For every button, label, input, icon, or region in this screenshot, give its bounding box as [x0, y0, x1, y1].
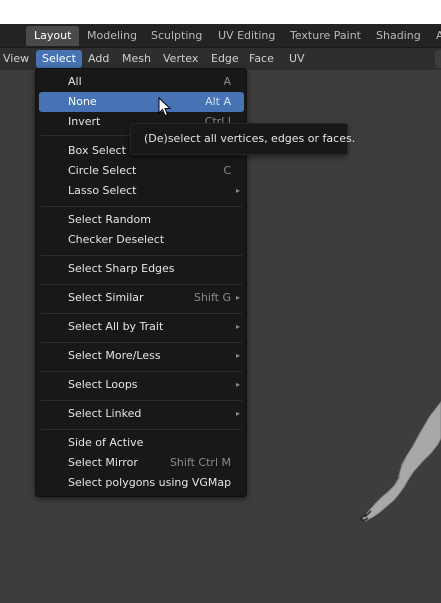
menu-item-select-sharp-edges[interactable]: Select Sharp Edges: [39, 259, 244, 279]
menu-item-label: Checker Deselect: [68, 233, 165, 246]
menu-separator: [41, 255, 242, 256]
submenu-arrow-icon: ▸: [235, 186, 240, 195]
menu-item-side-of-active[interactable]: Side of Active: [39, 433, 244, 453]
submenu-arrow-icon: ▸: [235, 409, 240, 418]
menu-item-select-linked[interactable]: Select Linked ▸: [39, 404, 244, 424]
menu-item-label: None: [68, 95, 97, 108]
mouse-cursor-icon: [158, 97, 172, 117]
menu-item-circle-select[interactable]: Circle Select C: [39, 161, 244, 181]
menu-view[interactable]: View: [3, 50, 29, 68]
workspace-tabs-bar: Layout Modeling Sculpting UV Editing Tex…: [0, 24, 441, 48]
menu-separator: [41, 206, 242, 207]
submenu-arrow-icon: ▸: [235, 351, 240, 360]
menu-separator: [41, 284, 242, 285]
menu-item-none[interactable]: None Alt A: [39, 92, 244, 112]
menu-item-select-loops[interactable]: Select Loops ▸: [39, 375, 244, 395]
menu-item-lasso-select[interactable]: Lasso Select ▸: [39, 181, 244, 201]
menu-item-select-random[interactable]: Select Random: [39, 210, 244, 230]
menu-vertex[interactable]: Vertex: [163, 50, 198, 68]
menu-item-label: All: [68, 75, 82, 88]
menu-separator: [41, 400, 242, 401]
menu-item-select-mirror[interactable]: Select Mirror Shift Ctrl M: [39, 453, 244, 473]
submenu-arrow-icon: ▸: [235, 293, 240, 302]
tab-texture-paint[interactable]: Texture Paint: [282, 26, 369, 46]
menu-item-label: Lasso Select: [68, 184, 137, 197]
menu-edge[interactable]: Edge: [211, 50, 239, 68]
menu-item-label: Select Random: [68, 213, 151, 226]
menu-separator: [41, 429, 242, 430]
header-mode-dropdown[interactable]: [435, 50, 441, 68]
menu-select[interactable]: Select: [36, 50, 82, 68]
shortcut-label: Shift Ctrl M: [169, 456, 231, 469]
menu-item-label: Select All by Trait: [68, 320, 164, 333]
menu-item-checker-deselect[interactable]: Checker Deselect: [39, 230, 244, 250]
menu-item-label: Side of Active: [68, 436, 144, 449]
editor-header-menu: View Select Add Mesh Vertex Edge Face UV: [0, 48, 441, 70]
shortcut-label: C: [223, 164, 231, 177]
menu-uv[interactable]: UV: [289, 50, 305, 68]
shortcut-label: A: [223, 75, 231, 88]
menu-item-label: Select Mirror: [68, 456, 138, 469]
menu-item-label: Box Select: [68, 144, 126, 157]
tab-shading[interactable]: Shading: [368, 26, 429, 46]
menu-item-label: Select Similar: [68, 291, 144, 304]
mesh-model: [358, 401, 441, 522]
window-top-strip: [0, 0, 441, 24]
submenu-arrow-icon: ▸: [235, 322, 240, 331]
menu-item-label: Select Linked: [68, 407, 142, 420]
menu-face[interactable]: Face: [249, 50, 274, 68]
tooltip: (De)select all vertices, edges or faces.: [130, 123, 355, 155]
menu-mesh[interactable]: Mesh: [122, 50, 151, 68]
menu-add[interactable]: Add: [88, 50, 109, 68]
submenu-arrow-icon: ▸: [235, 380, 240, 389]
menu-item-select-similar[interactable]: Select Similar Shift G ▸: [39, 288, 244, 308]
shortcut-label: Shift G: [193, 291, 231, 304]
menu-item-label: Select More/Less: [68, 349, 161, 362]
menu-item-label: Invert: [68, 115, 101, 128]
menu-item-all[interactable]: All A: [39, 72, 244, 92]
menu-separator: [41, 313, 242, 314]
menu-item-select-all-by-trait[interactable]: Select All by Trait ▸: [39, 317, 244, 337]
menu-item-label: Select polygons using VGMap: [68, 476, 232, 489]
menu-item-select-vgmap[interactable]: Select polygons using VGMap: [39, 473, 244, 493]
shortcut-label: Alt A: [205, 95, 231, 108]
menu-item-select-more-less[interactable]: Select More/Less ▸: [39, 346, 244, 366]
tab-modeling[interactable]: Modeling: [79, 26, 145, 46]
menu-separator: [41, 342, 242, 343]
tab-layout[interactable]: Layout: [26, 26, 80, 46]
menu-item-label: Select Sharp Edges: [68, 262, 175, 275]
menu-item-label: Select Loops: [68, 378, 138, 391]
menu-item-label: Circle Select: [68, 164, 137, 177]
tab-uv-editing[interactable]: UV Editing: [210, 26, 283, 46]
tab-sculpting[interactable]: Sculpting: [143, 26, 210, 46]
tab-more[interactable]: A: [428, 26, 441, 46]
menu-separator: [41, 371, 242, 372]
